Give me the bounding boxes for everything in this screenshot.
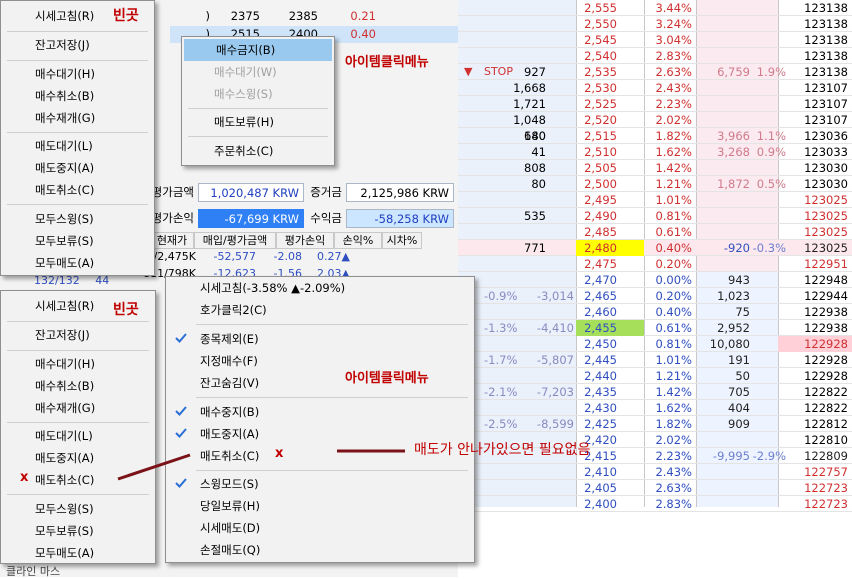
annotation-line-left — [117, 453, 191, 481]
annotation-lines — [117, 449, 405, 481]
